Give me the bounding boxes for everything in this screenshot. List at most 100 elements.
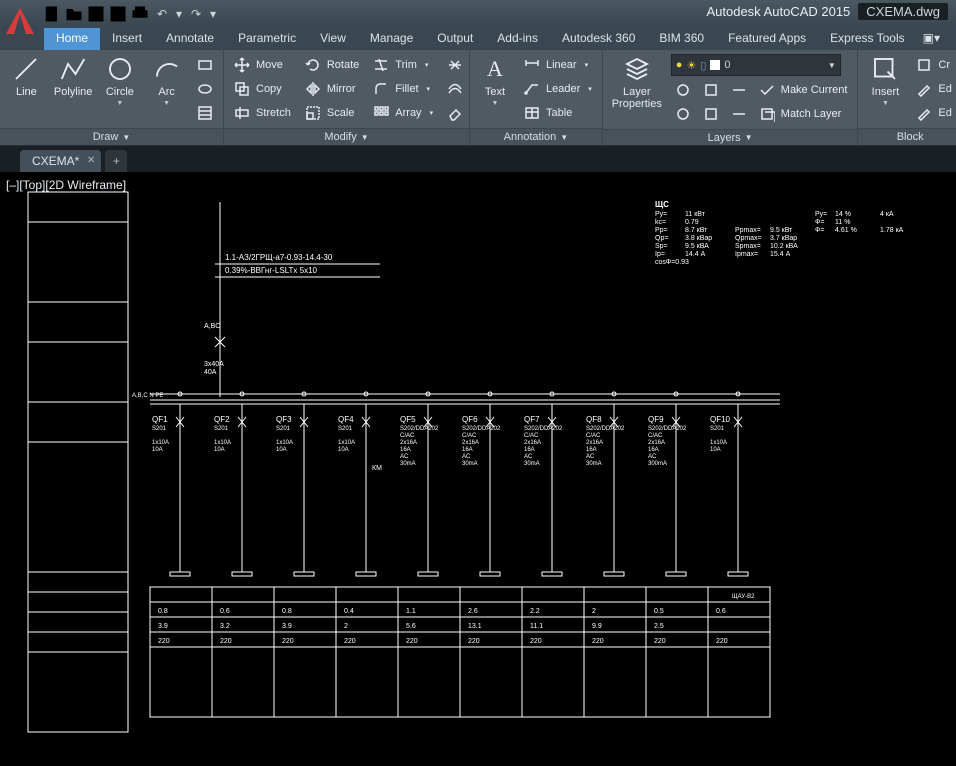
line-button[interactable]: Line [6,54,47,98]
panel-layers-title[interactable]: Layers▼ [603,129,858,145]
add-tab-button[interactable]: + [105,150,127,172]
panel-annotation-title[interactable]: Annotation▼ [470,128,602,145]
edit-attr-button[interactable]: Ed [912,102,955,124]
linear-dim-button[interactable]: Linear▾ [520,54,596,76]
copy-button[interactable]: Copy [230,78,295,100]
hatch-button[interactable] [193,102,217,124]
saveas-icon[interactable] [108,4,128,24]
match-layer-button[interactable]: Match Layer [755,103,852,125]
ellipse-button[interactable] [193,78,217,100]
tab-addins[interactable]: Add-ins [485,28,550,50]
svg-text:30mA: 30mA [400,461,416,467]
svg-text:Qpmax=: Qpmax= [735,235,762,242]
offset-button[interactable] [443,78,467,100]
circle-button[interactable]: Circle▼ [100,54,141,107]
svg-text:40A: 40A [204,369,217,376]
tab-view[interactable]: View [308,28,358,50]
svg-text:0.4: 0.4 [344,608,354,615]
fillet-button[interactable]: Fillet▾ [369,78,437,100]
svg-text:220: 220 [220,638,232,645]
chevron-down-icon: ▼ [745,133,753,142]
edit-block-button[interactable]: Ed [912,78,955,100]
svg-text:10A: 10A [710,447,721,453]
tab-featured[interactable]: Featured Apps [716,28,818,50]
erase-button[interactable] [443,102,467,124]
doc-tab[interactable]: CXEMA*✕ [20,150,101,172]
panel-modify-title[interactable]: Modify▼ [224,128,469,145]
tab-annotate[interactable]: Annotate [154,28,226,50]
panel-block-title[interactable]: Block [858,128,956,145]
tab-overflow-icon[interactable]: ▣▾ [917,28,946,50]
layer-misc-4[interactable] [699,103,723,125]
svg-text:10.2 кВА: 10.2 кВА [770,243,798,250]
trim-icon [373,57,389,73]
match-layer-icon [759,106,775,122]
layer-misc-1[interactable] [671,79,695,101]
table-button[interactable]: Table [520,102,596,124]
plot-icon[interactable] [130,4,150,24]
layer-combo[interactable]: ● ☀ ▯ 0 ▼ [671,54,841,76]
save-icon[interactable] [86,4,106,24]
stretch-icon [234,105,250,121]
trim-button[interactable]: Trim▾ [369,54,437,76]
svg-text:1.1: 1.1 [406,608,416,615]
rotate-button[interactable]: Rotate [301,54,363,76]
svg-text:14.4 А: 14.4 А [685,251,706,258]
close-icon[interactable]: ✕ [87,155,95,166]
viewport-label[interactable]: [–][Top][2D Wireframe] [6,178,126,192]
svg-text:AC: AC [400,454,409,460]
tab-a360[interactable]: Autodesk 360 [550,28,647,50]
drawing-area[interactable]: [–][Top][2D Wireframe] 1.1-АЗ/2ГРЩ-а7-0.… [0,172,956,766]
panel-draw-title[interactable]: Draw▼ [0,128,223,145]
scale-button[interactable]: Scale [301,102,363,124]
svg-text:2.6: 2.6 [468,608,478,615]
svg-text:0.6: 0.6 [716,608,726,615]
layer-misc-2[interactable] [671,103,695,125]
undo-dropdown-icon[interactable]: ▾ [174,4,184,24]
drawing-canvas[interactable]: 1.1-АЗ/2ГРЩ-а7-0.93-14.4-300.39%-ВВГнг-L… [0,172,956,766]
make-current-button[interactable]: Make Current [755,79,852,101]
tab-parametric[interactable]: Parametric [226,28,308,50]
app-menu-button[interactable] [2,4,38,40]
layer-misc-3[interactable] [699,79,723,101]
svg-text:1x10A: 1x10A [710,440,727,446]
tab-bim360[interactable]: BIM 360 [647,28,716,50]
svg-text:11 %: 11 % [835,219,850,226]
svg-text:300mA: 300mA [648,461,667,467]
undo-icon[interactable]: ↶ [152,4,172,24]
mirror-button[interactable]: Mirror [301,78,363,100]
svg-text:2: 2 [344,623,348,630]
move-button[interactable]: Move [230,54,295,76]
offset-icon [447,81,463,97]
tab-home[interactable]: Home [44,28,100,50]
text-button[interactable]: AText▼ [476,54,514,107]
svg-text:Qp=: Qp= [655,235,668,242]
tab-manage[interactable]: Manage [358,28,425,50]
tab-insert[interactable]: Insert [100,28,154,50]
tab-express[interactable]: Express Tools [818,28,916,50]
svg-text:11.1: 11.1 [530,623,543,630]
insert-block-button[interactable]: Insert▼ [864,54,906,107]
array-button[interactable]: Array▾ [369,102,437,124]
arc-button[interactable]: Arc▼ [146,54,187,107]
leader-button[interactable]: Leader▾ [520,78,596,100]
layer-misc-5[interactable] [727,79,751,101]
polyline-button[interactable]: Polyline [53,54,94,98]
create-block-button[interactable]: Cr [912,54,955,76]
layer-misc-6[interactable] [727,103,751,125]
open-icon[interactable] [64,4,84,24]
lock-icon: ▯ [700,59,706,72]
tab-output[interactable]: Output [425,28,485,50]
svg-text:0.8: 0.8 [158,608,168,615]
redo-dropdown-icon[interactable]: ▾ [208,4,218,24]
explode-button[interactable] [443,54,467,76]
svg-text:9.9: 9.9 [592,623,602,630]
layer-props-button[interactable]: Layer Properties [609,54,665,110]
svg-text:QF8: QF8 [586,415,602,424]
stretch-button[interactable]: Stretch [230,102,295,124]
svg-text:0.5: 0.5 [654,608,664,615]
rectangle-button[interactable] [193,54,217,76]
svg-text:10A: 10A [214,447,225,453]
redo-icon[interactable]: ↷ [186,4,206,24]
new-icon[interactable] [42,4,62,24]
